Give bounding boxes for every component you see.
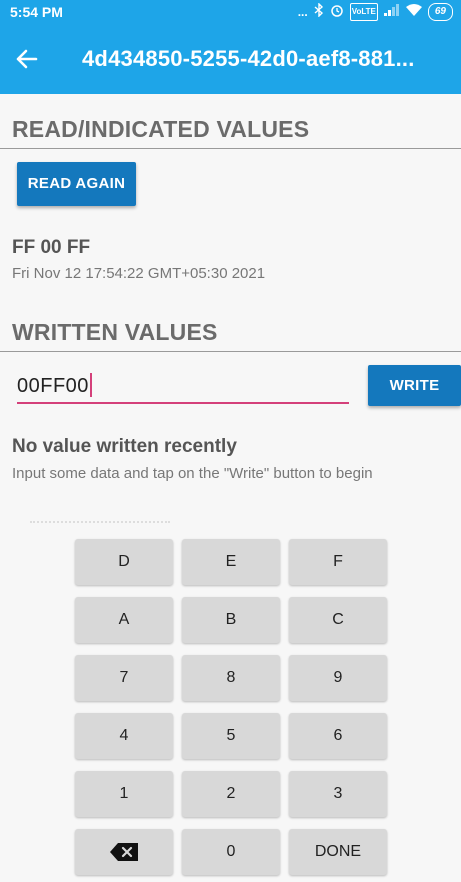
- wifi-icon: [405, 4, 422, 20]
- no-value-hint: Input some data and tap on the "Write" b…: [12, 465, 373, 482]
- key-7[interactable]: 7: [75, 655, 173, 701]
- key-backspace[interactable]: [75, 829, 173, 875]
- more-notifications-icon: ...: [297, 5, 308, 19]
- read-values-heading: READ/INDICATED VALUES: [12, 116, 310, 142]
- write-value-text[interactable]: 00FF00: [17, 373, 92, 398]
- page-title: 4d434850-5255-42d0-aef8-881...: [82, 46, 415, 71]
- alarm-icon: [330, 3, 344, 21]
- key-9[interactable]: 9: [289, 655, 387, 701]
- key-8[interactable]: 8: [182, 655, 280, 701]
- key-3[interactable]: 3: [289, 771, 387, 817]
- signal-icon: [383, 4, 400, 20]
- key-6[interactable]: 6: [289, 713, 387, 759]
- app-bar: 4d434850-5255-42d0-aef8-881...: [0, 24, 461, 94]
- bluetooth-icon: [314, 2, 324, 21]
- keyboard-divider: [30, 521, 170, 523]
- key-0[interactable]: 0: [182, 829, 280, 875]
- no-value-title: No value written recently: [12, 436, 237, 457]
- status-time: 5:54 PM: [10, 4, 63, 20]
- read-value: FF 00 FF: [12, 237, 91, 258]
- write-value-input[interactable]: 00FF00: [17, 370, 349, 404]
- key-a[interactable]: A: [75, 597, 173, 643]
- read-timestamp: Fri Nov 12 17:54:22 GMT+05:30 2021: [12, 265, 266, 282]
- key-5[interactable]: 5: [182, 713, 280, 759]
- read-values-divider: [0, 148, 461, 149]
- key-4[interactable]: 4: [75, 713, 173, 759]
- key-d[interactable]: D: [75, 539, 173, 585]
- status-bar: 5:54 PM ... VoLTE 69: [0, 0, 461, 24]
- key-f[interactable]: F: [289, 539, 387, 585]
- key-1[interactable]: 1: [75, 771, 173, 817]
- key-c[interactable]: C: [289, 597, 387, 643]
- key-2[interactable]: 2: [182, 771, 280, 817]
- volte-icon: VoLTE: [349, 3, 378, 21]
- backspace-icon: [110, 842, 138, 861]
- written-values-divider: [0, 351, 461, 352]
- key-b[interactable]: B: [182, 597, 280, 643]
- text-caret: [89, 373, 92, 397]
- key-done[interactable]: DONE: [289, 829, 387, 875]
- back-arrow-icon[interactable]: [14, 46, 40, 72]
- write-button[interactable]: WRITE: [368, 365, 461, 406]
- written-values-heading: WRITTEN VALUES: [12, 319, 218, 345]
- status-icons: ... VoLTE 69: [297, 2, 453, 21]
- battery-icon: 69: [427, 3, 453, 21]
- key-e[interactable]: E: [182, 539, 280, 585]
- read-again-button[interactable]: READ AGAIN: [17, 162, 136, 206]
